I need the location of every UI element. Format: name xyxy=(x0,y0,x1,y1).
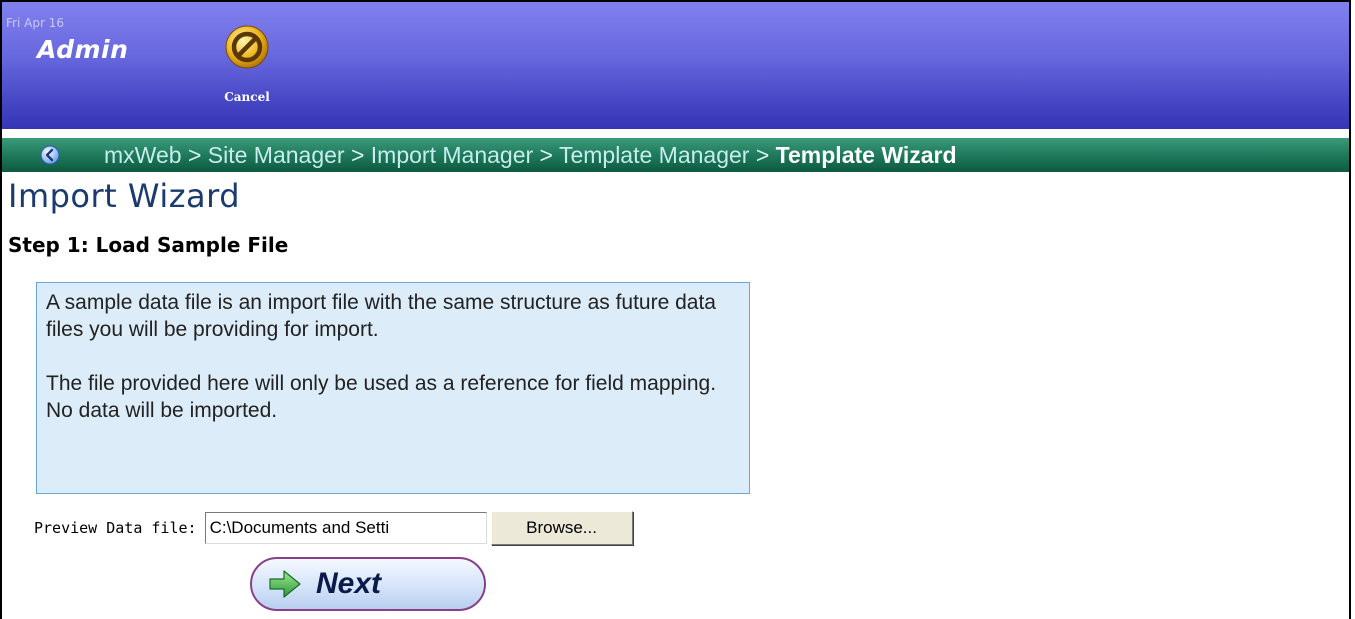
breadcrumb-separator: > xyxy=(187,141,208,168)
file-row: Preview Data file: Browse... xyxy=(34,510,633,546)
file-path-input[interactable] xyxy=(204,512,487,544)
breadcrumb-separator: > xyxy=(755,141,776,168)
cancel-icon xyxy=(225,25,269,69)
breadcrumb-current: Template Wizard xyxy=(775,141,957,168)
next-button[interactable]: Next xyxy=(250,557,486,611)
browse-button[interactable]: Browse... xyxy=(490,511,633,545)
back-arrow-icon[interactable] xyxy=(40,145,60,165)
cancel-button[interactable]: Cancel xyxy=(216,24,286,114)
breadcrumb-item-site-manager[interactable]: Site Manager xyxy=(208,142,345,168)
info-paragraph: The file provided here will only be used… xyxy=(46,372,717,422)
header-banner: Fri Apr 16 Admin Cancel xyxy=(2,2,1349,129)
breadcrumb: mxWeb > Site Manager > Import Manager > … xyxy=(104,142,957,169)
breadcrumb-item-import-manager[interactable]: Import Manager xyxy=(371,142,533,168)
file-label: Preview Data file: xyxy=(34,519,197,537)
breadcrumb-separator: > xyxy=(539,141,559,168)
info-box: A sample data file is an import file wit… xyxy=(36,282,750,494)
right-arrow-icon xyxy=(269,570,301,598)
app-title: Admin xyxy=(37,35,129,64)
header-date: Fri Apr 16 xyxy=(6,16,64,30)
page-title: Import Wizard xyxy=(8,177,241,215)
step-heading: Step 1: Load Sample File xyxy=(8,233,289,257)
breadcrumb-bar: mxWeb > Site Manager > Import Manager > … xyxy=(2,138,1349,172)
breadcrumb-item-mxweb[interactable]: mxWeb xyxy=(104,142,182,168)
breadcrumb-separator: > xyxy=(350,141,371,168)
info-paragraph: A sample data file is an import file wit… xyxy=(46,291,716,341)
next-label: Next xyxy=(316,567,382,600)
breadcrumb-item-template-manager[interactable]: Template Manager xyxy=(559,142,750,168)
cancel-label: Cancel xyxy=(224,90,270,104)
